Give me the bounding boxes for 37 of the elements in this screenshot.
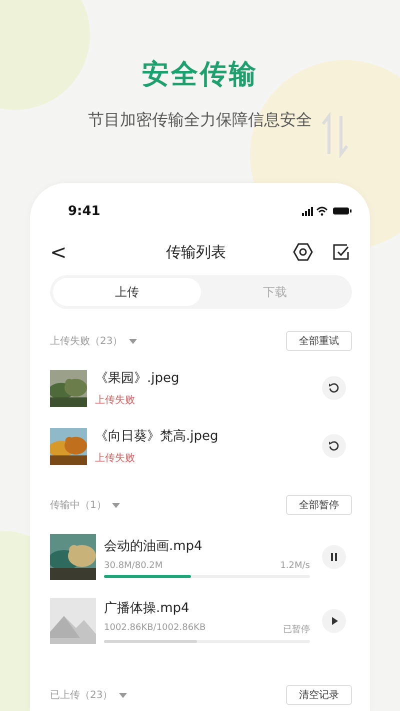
caret-icon <box>118 692 127 698</box>
subtitle: 节目加密传输全力保障信息安全 <box>88 110 312 131</box>
upload-status: 上传失败 <box>95 452 136 465</box>
tab[interactable]: 上传 <box>53 278 201 306</box>
play-icon <box>330 617 338 625</box>
file-name: 广播体操.mp4 <box>104 600 190 617</box>
section-action-button[interactable]: 全部暂停 <box>286 495 352 515</box>
file-size: 1002.86KB/1002.86KB <box>104 623 206 635</box>
settings-icon[interactable] <box>292 241 314 263</box>
section-title: 上传失败（23） <box>50 334 123 348</box>
section-title: 传输中（1） <box>50 498 106 512</box>
transfer-status: 已暂停 <box>283 624 310 636</box>
retry-button[interactable] <box>322 434 346 458</box>
back-button[interactable]: < <box>50 240 76 264</box>
status-icons <box>302 206 352 216</box>
play-button[interactable] <box>322 609 346 633</box>
page-title: 传输列表 <box>165 242 227 262</box>
section-action-button[interactable]: 全部重试 <box>286 331 352 351</box>
transfer-status: 1.2M/s <box>280 560 310 570</box>
pause-icon <box>330 553 338 561</box>
retry-icon <box>328 382 340 394</box>
file-name: 《果园》.jpeg <box>95 370 180 387</box>
caret-icon <box>112 502 120 508</box>
transfer-arrows-icon <box>322 112 348 158</box>
status-time: 9:41 <box>68 204 100 218</box>
retry-icon <box>328 440 340 452</box>
file-size: 30.8M/80.2M <box>104 560 163 570</box>
section-title: 已上传（23） <box>50 688 113 702</box>
placeholder-image-icon <box>50 598 96 644</box>
file-name: 《向日葵》梵高.jpeg <box>95 428 220 445</box>
file-name: 会动的油画.mp4 <box>104 538 204 554</box>
headline: 安全传输 <box>142 58 258 92</box>
upload-status: 上传失败 <box>95 394 136 407</box>
retry-button[interactable] <box>322 376 346 400</box>
section-action-button[interactable]: 清空记录 <box>286 685 352 705</box>
pause-button[interactable] <box>322 545 346 569</box>
caret-icon <box>128 338 137 344</box>
